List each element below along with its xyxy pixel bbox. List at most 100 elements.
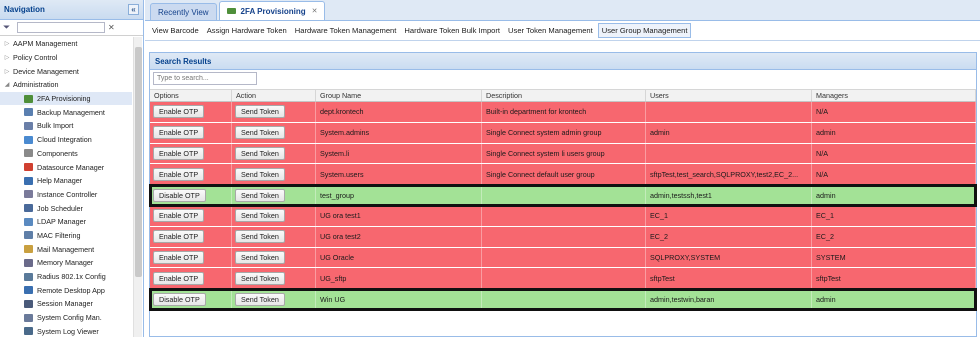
send-token-button[interactable]: Send Token: [235, 167, 285, 181]
sidebar-item-aapm-management[interactable]: ▷ AAPM Management: [0, 37, 132, 51]
sidebar-item-remote-desktop-app[interactable]: Remote Desktop App: [0, 283, 132, 297]
sidebar-item-policy-control[interactable]: ▷ Policy Control: [0, 51, 132, 65]
sidebar-item-label: 2FA Provisioning: [37, 94, 91, 104]
sidebar-item-label: System Config Man.: [37, 313, 102, 323]
subtab-hardware-token-bulk-import[interactable]: Hardware Token Bulk Import: [401, 24, 503, 37]
users-cell: sftpTest: [646, 268, 812, 289]
enable-otp-button[interactable]: Enable OTP: [153, 126, 205, 140]
enable-otp-button[interactable]: Enable OTP: [153, 271, 205, 285]
navigation-filter-input[interactable]: [17, 22, 105, 33]
subtab-user-token-management[interactable]: User Token Management: [505, 24, 596, 37]
sidebar-item-2fa-provisioning[interactable]: 2FA Provisioning: [0, 91, 132, 106]
radius-icon: [24, 272, 33, 281]
column-header-users[interactable]: Users: [646, 90, 812, 101]
managers-cell: admin: [812, 289, 976, 309]
sidebar-item-radius-802-1x-config[interactable]: Radius 802.1x Config: [0, 270, 132, 284]
enable-otp-button[interactable]: Enable OTP: [153, 209, 205, 223]
sidebar-item-system-config-man[interactable]: System Config Man.: [0, 311, 132, 325]
double-chevron-left-icon[interactable]: «: [128, 4, 139, 15]
action-cell: Send Token: [232, 205, 316, 226]
search-input[interactable]: [153, 72, 257, 85]
sidebar-item-label: Bulk Import: [37, 121, 74, 131]
navigation-header: Navigation «: [0, 0, 143, 20]
sidebar-item-ldap-manager[interactable]: LDAP Manager: [0, 215, 132, 229]
group-name-cell: UG_sftp: [316, 268, 482, 289]
scrollbar-thumb[interactable]: [135, 47, 142, 277]
close-icon[interactable]: ✕: [312, 7, 318, 15]
sidebar-item-device-management[interactable]: ▷ Device Management: [0, 64, 132, 78]
send-token-button[interactable]: Send Token: [235, 230, 285, 244]
sidebar-item-label: MAC Filtering: [37, 230, 81, 240]
chevron-right-icon[interactable]: ▷: [3, 40, 11, 47]
subtab-view-barcode[interactable]: View Barcode: [149, 24, 202, 37]
column-header-managers[interactable]: Managers: [812, 90, 976, 101]
search-row: [150, 70, 976, 87]
send-token-button[interactable]: Send Token: [235, 105, 285, 119]
users-cell: EC_1: [646, 205, 812, 226]
sidebar-item-memory-manager[interactable]: Memory Manager: [0, 256, 132, 270]
sidebar-item-datasource-manager[interactable]: Datasource Manager: [0, 160, 132, 174]
subtab-user-group-management[interactable]: User Group Management: [597, 23, 692, 38]
sidebar-item-help-manager[interactable]: Help Manager: [0, 174, 132, 188]
enable-otp-button[interactable]: Enable OTP: [153, 230, 205, 244]
card-icon: [226, 8, 236, 14]
column-header-group-name[interactable]: Group Name: [316, 90, 482, 101]
options-cell: Disable OTP: [150, 185, 232, 205]
navigation-tree: ▷ AAPM Management ▷ Policy Control ▷ Device M…: [0, 37, 132, 337]
sidebar-item-mac-filtering[interactable]: MAC Filtering: [0, 229, 132, 243]
sidebar-item-mail-management[interactable]: Mail Management: [0, 242, 132, 256]
navigation-scrollbar[interactable]: [133, 37, 142, 337]
column-header-action[interactable]: Action: [232, 90, 316, 101]
action-cell: Send Token: [232, 122, 316, 143]
options-cell: Enable OTP: [150, 205, 232, 226]
send-token-button[interactable]: Send Token: [235, 188, 285, 202]
enable-otp-button[interactable]: Enable OTP: [153, 167, 205, 181]
subtab-hardware-token-management[interactable]: Hardware Token Management: [292, 24, 400, 37]
send-token-button[interactable]: Send Token: [235, 146, 285, 160]
disable-otp-button[interactable]: Disable OTP: [153, 292, 206, 306]
users-cell: admin: [646, 122, 812, 143]
enable-otp-button[interactable]: Enable OTP: [153, 105, 205, 119]
subtab-assign-hardware-token[interactable]: Assign Hardware Token: [204, 24, 290, 37]
sidebar-item-bulk-import[interactable]: Bulk Import: [0, 119, 132, 133]
sidebar-item-cloud-integration[interactable]: Cloud Integration: [0, 133, 132, 147]
card-icon: [24, 94, 33, 103]
send-token-button[interactable]: Send Token: [235, 271, 285, 285]
sidebar-item-label: Job Scheduler: [37, 203, 83, 213]
sidebar-item-administration[interactable]: ◢ Administration: [0, 78, 132, 92]
tab-label: 2FA Provisioning: [240, 6, 306, 16]
cloud-icon: [24, 135, 33, 144]
action-cell: Send Token: [232, 289, 316, 309]
column-header-options[interactable]: Options: [150, 90, 232, 101]
tab-recently-view[interactable]: Recently View: [150, 3, 217, 20]
chevron-down-icon[interactable]: ◢: [3, 81, 11, 88]
chevron-right-icon[interactable]: ▷: [3, 68, 11, 75]
enable-otp-button[interactable]: Enable OTP: [153, 146, 205, 160]
disable-otp-button[interactable]: Disable OTP: [153, 188, 206, 202]
send-token-button[interactable]: Send Token: [235, 126, 285, 140]
table-row: Enable OTP Send Token UG Oracle SQLPROXY,SY…: [150, 247, 976, 269]
users-cell: admin,testssh,test1: [646, 185, 812, 205]
remote-desktop-icon: [24, 286, 33, 295]
sidebar-item-session-manager[interactable]: Session Manager: [0, 297, 132, 311]
sidebar-item-system-log-viewer[interactable]: System Log Viewer: [0, 324, 132, 337]
sidebar-item-components[interactable]: Components: [0, 147, 132, 161]
sidebar-item-backup-management[interactable]: Backup Management: [0, 105, 132, 119]
column-header-description[interactable]: Description: [482, 90, 646, 101]
ldap-icon: [24, 217, 33, 226]
sidebar-item-instance-controller[interactable]: Instance Controller: [0, 188, 132, 202]
chevron-right-icon[interactable]: ▷: [3, 54, 11, 61]
send-token-button[interactable]: Send Token: [235, 209, 285, 223]
send-token-button[interactable]: Send Token: [235, 292, 285, 306]
users-cell: EC_2: [646, 226, 812, 247]
send-token-button[interactable]: Send Token: [235, 250, 285, 264]
tab-2fa-provisioning[interactable]: 2FA Provisioning ✕: [218, 1, 326, 20]
enable-otp-button[interactable]: Enable OTP: [153, 250, 205, 264]
close-icon[interactable]: ✕: [108, 23, 116, 32]
table-row: Enable OTP Send Token System.li Single Conn…: [150, 143, 976, 165]
action-cell: Send Token: [232, 247, 316, 268]
session-icon: [24, 299, 33, 308]
action-cell: Send Token: [232, 268, 316, 289]
sidebar-item-job-scheduler[interactable]: Job Scheduler: [0, 201, 132, 215]
funnel-icon[interactable]: ⏷: [3, 22, 14, 33]
